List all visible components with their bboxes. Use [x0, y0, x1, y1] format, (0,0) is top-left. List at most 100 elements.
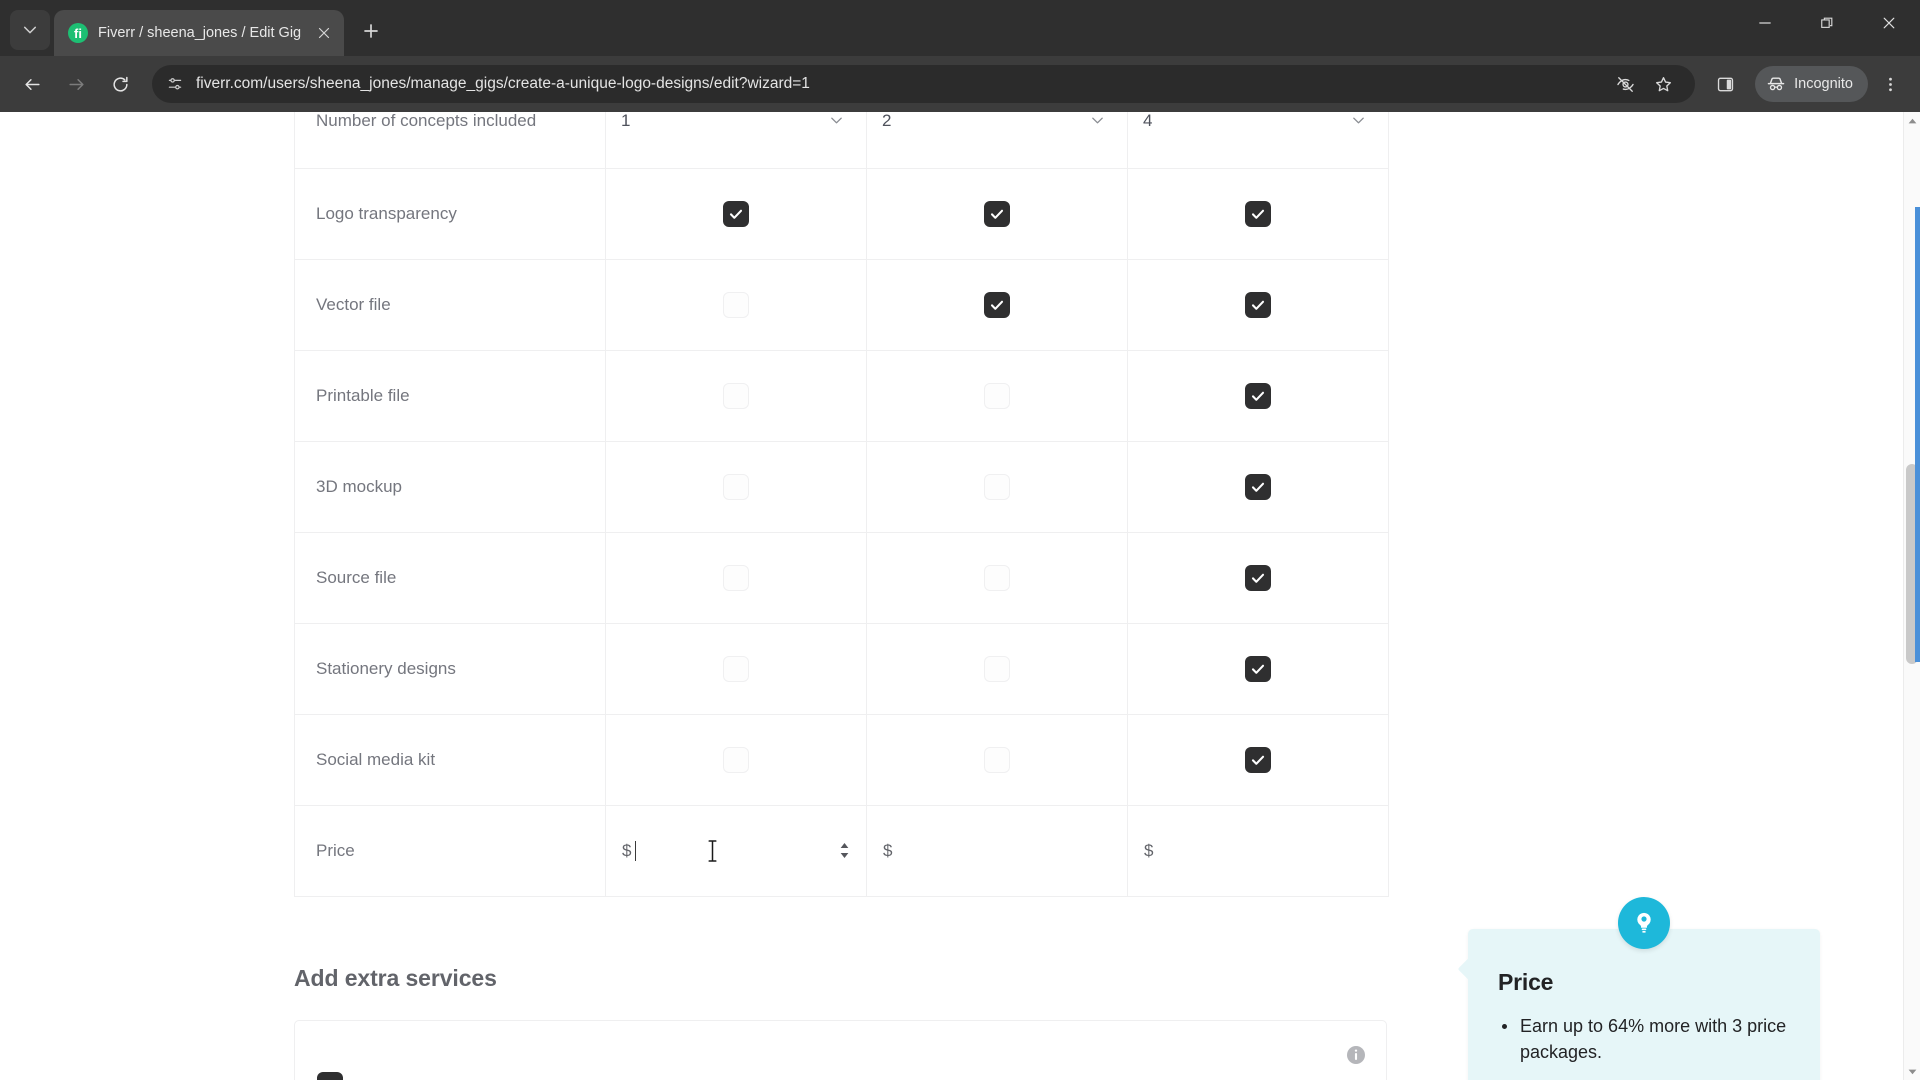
price-input-premium[interactable]: $ [1128, 806, 1388, 896]
feature-cell-basic[interactable] [605, 532, 867, 624]
feature-cell-standard[interactable] [866, 532, 1128, 624]
caret-down-icon [1908, 1069, 1916, 1074]
feature-cell-premium[interactable] [1127, 441, 1389, 533]
spinner-up-icon[interactable] [839, 842, 850, 849]
checkbox-checked[interactable] [984, 200, 1010, 227]
spinner-down-icon[interactable] [839, 852, 850, 859]
currency-symbol: $ [883, 840, 893, 860]
price-input-basic[interactable]: $ [606, 806, 866, 896]
check-icon [1251, 482, 1265, 492]
checkbox-unchecked[interactable] [723, 291, 749, 318]
feature-cell-basic[interactable] [605, 259, 867, 351]
minimize-button[interactable] [1734, 0, 1796, 46]
checkbox-checked[interactable] [1245, 746, 1271, 773]
package-comparison-table: Number of concepts included 1 2 4 Logo t… [294, 112, 1389, 897]
checkbox-unchecked[interactable] [723, 746, 749, 773]
row-label: 3D mockup [294, 441, 606, 533]
restore-icon [1821, 17, 1833, 28]
feature-cell-basic[interactable] [605, 623, 867, 715]
page-info-icon[interactable] [166, 75, 184, 93]
checkbox-unchecked[interactable] [723, 564, 749, 591]
currency-symbol: $ [622, 840, 632, 860]
check-icon [729, 209, 743, 219]
checkbox-checked[interactable] [984, 291, 1010, 318]
browser-tab[interactable]: fi Fiverr / sheena_jones / Edit Gig [54, 10, 344, 56]
concepts-standard-cell[interactable]: 2 [866, 112, 1128, 169]
close-window-button[interactable] [1858, 0, 1920, 46]
checkbox-checked[interactable] [1245, 291, 1271, 318]
price-cell-standard[interactable]: $ [866, 805, 1128, 897]
table-row-concepts: Number of concepts included 1 2 4 [294, 112, 1389, 169]
bookmark-star-icon[interactable] [1645, 66, 1681, 102]
checkbox-checked[interactable] [1245, 473, 1271, 500]
feature-cell-basic[interactable] [605, 441, 867, 533]
table-row: Logo transparency [294, 168, 1389, 260]
checkbox-unchecked[interactable] [984, 382, 1010, 409]
price-cell-basic[interactable]: $ [605, 805, 867, 897]
feature-cell-standard[interactable] [866, 350, 1128, 442]
feature-cell-standard[interactable] [866, 168, 1128, 260]
checkbox-checked[interactable] [1245, 200, 1271, 227]
feature-cell-premium[interactable] [1127, 623, 1389, 715]
number-spinner[interactable] [839, 842, 850, 859]
feature-cell-standard[interactable] [866, 441, 1128, 533]
lightbulb-icon [1618, 897, 1670, 949]
checkbox-checked[interactable] [1245, 564, 1271, 591]
forward-button[interactable] [56, 64, 96, 104]
concepts-premium-cell[interactable]: 4 [1127, 112, 1389, 169]
incognito-label: Incognito [1794, 76, 1853, 92]
tab-search-button[interactable] [10, 10, 50, 50]
feature-cell-basic[interactable] [605, 168, 867, 260]
arrow-left-icon [24, 78, 40, 90]
concepts-basic-cell[interactable]: 1 [605, 112, 867, 169]
extra-service-card[interactable] [294, 1019, 1387, 1080]
back-button[interactable] [12, 64, 52, 104]
maximize-button[interactable] [1796, 0, 1858, 46]
extra-services-section: Add extra services [294, 965, 1387, 1080]
feature-cell-standard[interactable] [866, 259, 1128, 351]
checkbox-checked[interactable] [1245, 655, 1271, 682]
address-bar[interactable]: fiverr.com/users/sheena_jones/manage_gig… [152, 65, 1696, 103]
reload-button[interactable] [100, 64, 140, 104]
scrollbar-up-button[interactable] [1904, 112, 1920, 129]
price-tip-tooltip: Price Earn up to 64% more with 3 price p… [1468, 897, 1820, 1080]
feature-cell-basic[interactable] [605, 350, 867, 442]
checkbox-unchecked[interactable] [723, 473, 749, 500]
checkbox-checked[interactable] [1245, 382, 1271, 409]
info-icon[interactable] [1346, 1045, 1366, 1065]
concepts-select-premium[interactable]: 4 [1128, 112, 1388, 168]
more-vertical-icon [1888, 77, 1892, 91]
tracking-protection-icon[interactable] [1607, 66, 1643, 102]
checkbox-unchecked[interactable] [984, 473, 1010, 500]
feature-cell-premium[interactable] [1127, 259, 1389, 351]
extra-service-checkbox[interactable] [317, 1071, 343, 1080]
checkbox-unchecked[interactable] [984, 746, 1010, 773]
checkbox-unchecked[interactable] [723, 382, 749, 409]
feature-cell-premium[interactable] [1127, 168, 1389, 260]
chevron-down-icon [829, 113, 844, 128]
concepts-select-basic[interactable]: 1 [606, 112, 866, 168]
new-tab-button[interactable] [354, 14, 388, 48]
feature-cell-premium[interactable] [1127, 350, 1389, 442]
price-cell-premium[interactable]: $ [1127, 805, 1389, 897]
incognito-indicator[interactable]: Incognito [1755, 66, 1868, 102]
checkbox-unchecked[interactable] [984, 655, 1010, 682]
check-icon [1251, 300, 1265, 310]
feature-cell-basic[interactable] [605, 714, 867, 806]
row-label: Vector file [294, 259, 606, 351]
checkbox-unchecked[interactable] [723, 655, 749, 682]
arrow-right-icon [68, 78, 84, 90]
chrome-menu-button[interactable] [1872, 66, 1908, 102]
check-icon [1251, 391, 1265, 401]
price-input-standard[interactable]: $ [867, 806, 1127, 896]
checkbox-checked[interactable] [723, 200, 749, 227]
tab-close-button[interactable] [312, 21, 336, 45]
feature-cell-standard[interactable] [866, 623, 1128, 715]
concepts-select-standard[interactable]: 2 [867, 112, 1127, 168]
checkbox-unchecked[interactable] [984, 564, 1010, 591]
feature-cell-standard[interactable] [866, 714, 1128, 806]
scrollbar-down-button[interactable] [1904, 1063, 1920, 1080]
feature-cell-premium[interactable] [1127, 714, 1389, 806]
side-panel-button[interactable] [1707, 66, 1743, 102]
feature-cell-premium[interactable] [1127, 532, 1389, 624]
